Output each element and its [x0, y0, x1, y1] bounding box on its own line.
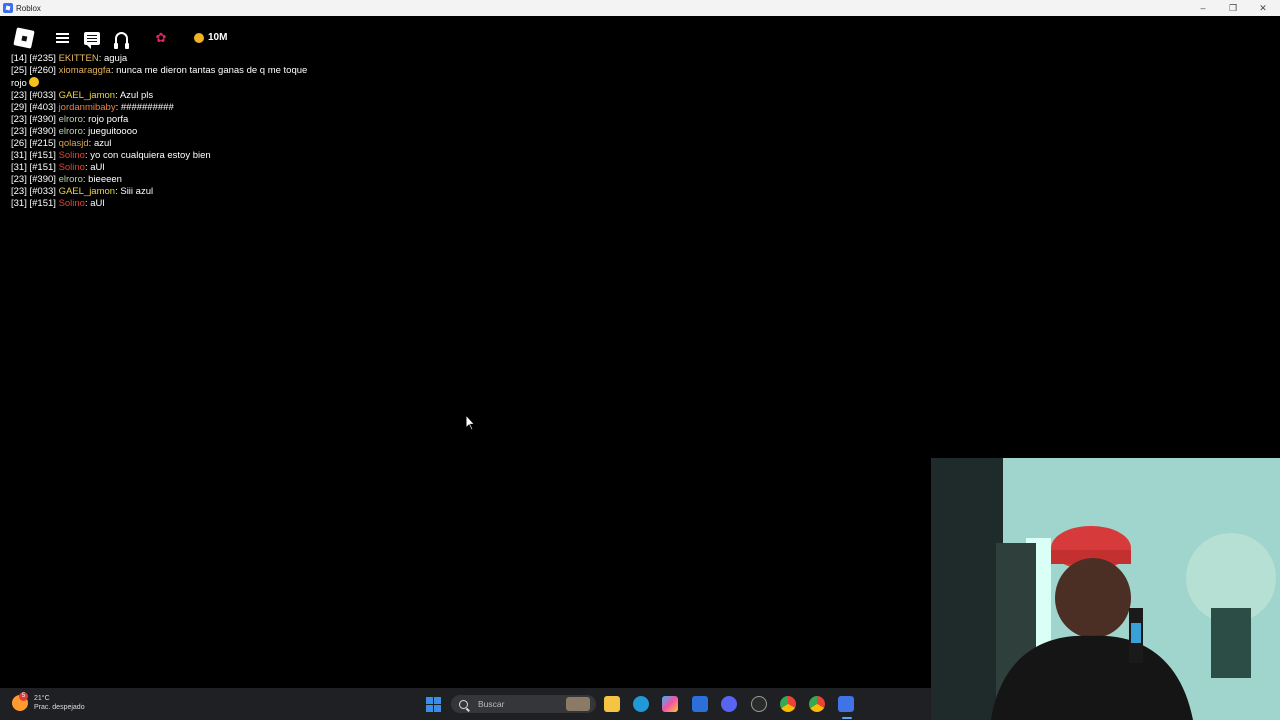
minimize-button[interactable]: –	[1188, 0, 1218, 16]
chat-username[interactable]: elroro	[59, 114, 83, 125]
chat-level: [23]	[11, 90, 27, 101]
chat-message: [23] [#390] elroro: bieeeen	[11, 174, 122, 185]
chat-username[interactable]: qolasjd	[59, 138, 89, 149]
chat-level: [23]	[11, 126, 27, 137]
chat-player-id: [#390]	[29, 126, 56, 137]
weather-widget[interactable]: 5 21°C Prac. despejado	[12, 692, 85, 712]
chat-text: aguja	[103, 53, 128, 64]
chat-toggle-icon[interactable]	[81, 27, 103, 49]
chat-level: [31]	[11, 150, 27, 161]
chat-message: [25] [#260] xiomaraggfa: nunca me dieron…	[11, 65, 308, 89]
chat-level: [31]	[11, 198, 27, 209]
chat-message: [23] [#033] GAEL_jamon: Azul pls	[11, 90, 154, 101]
chat-player-id: [#390]	[29, 114, 56, 125]
emoji-icon	[29, 77, 40, 87]
chat-text: Azul pls	[119, 90, 154, 101]
notification-badge: 5	[19, 692, 28, 701]
roblox-menu-logo-icon[interactable]	[13, 27, 35, 49]
robux-amount: 10M	[208, 32, 228, 43]
chat-player-id: [#260]	[29, 65, 56, 76]
active-app-indicator	[842, 717, 852, 719]
chat-text: aUl	[90, 198, 105, 209]
chat-message: [31] [#151] Solino: aUl	[11, 198, 105, 209]
chat-username[interactable]: Solino	[59, 150, 85, 161]
window-titlebar: Roblox – ❐ ✕	[0, 0, 1280, 16]
chat-text: yo con cualquiera estoy bien	[90, 150, 211, 161]
chat-text: azul	[93, 138, 112, 149]
chat-text: jueguitoooo	[88, 126, 138, 137]
chat-text: nunca me dieron tantas ganas de q me toq…	[11, 65, 308, 89]
chat-text: bieeeen	[88, 174, 122, 185]
roblox-app-icon	[3, 3, 13, 13]
windows-start-icon[interactable]	[426, 697, 441, 712]
chat-username[interactable]: GAEL_jamon	[59, 186, 116, 197]
weather-description: Prac. despejado	[34, 704, 85, 711]
robux-coin-icon	[194, 32, 204, 43]
discord-icon[interactable]	[721, 696, 737, 712]
chat-message: [29] [#403] jordanmibaby: ##########	[11, 102, 174, 113]
file-explorer-icon[interactable]	[604, 696, 620, 712]
chat-username[interactable]: Solino	[59, 198, 85, 209]
chat-username[interactable]: EKITTEN	[59, 53, 99, 64]
chat-level: [23]	[11, 186, 27, 197]
chat-player-id: [#151]	[29, 198, 56, 209]
chrome-icon[interactable]	[780, 696, 796, 712]
chat-message: [26] [#215] qolasjd: azul	[11, 138, 112, 149]
robux-balance[interactable]: 10M	[194, 32, 227, 43]
chat-username[interactable]: Solino	[59, 162, 85, 173]
chat-text: ##########	[120, 102, 174, 113]
windows-taskbar: 5 21°C Prac. despejado Buscar	[0, 688, 931, 720]
maximize-button[interactable]: ❐	[1218, 0, 1248, 16]
chat-player-id: [#403]	[29, 102, 56, 113]
search-highlight-image	[566, 697, 590, 711]
chat-username[interactable]: elroro	[59, 174, 83, 185]
chat-player-id: [#151]	[29, 162, 56, 173]
chat-player-id: [#215]	[29, 138, 56, 149]
hamburger-menu-icon[interactable]	[51, 27, 73, 49]
weather-temperature: 21°C	[34, 695, 50, 702]
copilot-icon[interactable]	[662, 696, 678, 712]
edge-icon[interactable]	[633, 696, 649, 712]
chat-level: [29]	[11, 102, 27, 113]
search-icon	[459, 699, 468, 709]
weather-sun-icon: 5	[12, 692, 28, 711]
chat-text: Siii azul	[120, 186, 154, 197]
chat-player-id: [#033]	[29, 186, 56, 197]
chat-username[interactable]: GAEL_jamon	[59, 90, 116, 101]
chat-level: [31]	[11, 162, 27, 173]
chat-message: [31] [#151] Solino: yo con cualquiera es…	[11, 150, 211, 161]
chat-message: [31] [#151] Solino: aUl	[11, 162, 105, 173]
chat-player-id: [#033]	[29, 90, 56, 101]
search-placeholder: Buscar	[478, 699, 505, 709]
chat-level: [23]	[11, 114, 27, 125]
chat-message: [23] [#390] elroro: rojo porfa	[11, 114, 129, 125]
taskbar-search-box[interactable]: Buscar	[451, 695, 596, 713]
close-button[interactable]: ✕	[1248, 0, 1278, 16]
chat-log[interactable]: [14] [#235] EKITTEN: aguja [25] [#260] xi…	[11, 53, 341, 225]
chat-username[interactable]: jordanmibaby	[59, 102, 116, 113]
voice-headset-icon[interactable]	[110, 27, 132, 49]
roblox-taskbar-icon[interactable]	[838, 696, 854, 712]
streamer-webcam-overlay	[931, 458, 1280, 720]
chat-level: [25]	[11, 65, 27, 76]
chat-level: [26]	[11, 138, 27, 149]
chat-player-id: [#390]	[29, 174, 56, 185]
chat-username[interactable]: elroro	[59, 126, 83, 137]
chat-message: [14] [#235] EKITTEN: aguja	[11, 53, 128, 64]
chat-message: [23] [#390] elroro: jueguitoooo	[11, 126, 138, 137]
obs-icon[interactable]	[751, 696, 767, 712]
chat-message: [23] [#033] GAEL_jamon: Siii azul	[11, 186, 154, 197]
settings-gear-icon[interactable]: ✿	[150, 27, 172, 49]
chat-text: aUl	[90, 162, 105, 173]
chat-level: [14]	[11, 53, 27, 64]
chat-text: rojo porfa	[88, 114, 129, 125]
chrome-profile-icon[interactable]	[809, 696, 825, 712]
chat-player-id: [#235]	[29, 53, 56, 64]
chat-username[interactable]: xiomaraggfa	[59, 65, 111, 76]
chat-level: [23]	[11, 174, 27, 185]
window-title: Roblox	[16, 3, 41, 13]
chat-player-id: [#151]	[29, 150, 56, 161]
store-icon[interactable]	[692, 696, 708, 712]
